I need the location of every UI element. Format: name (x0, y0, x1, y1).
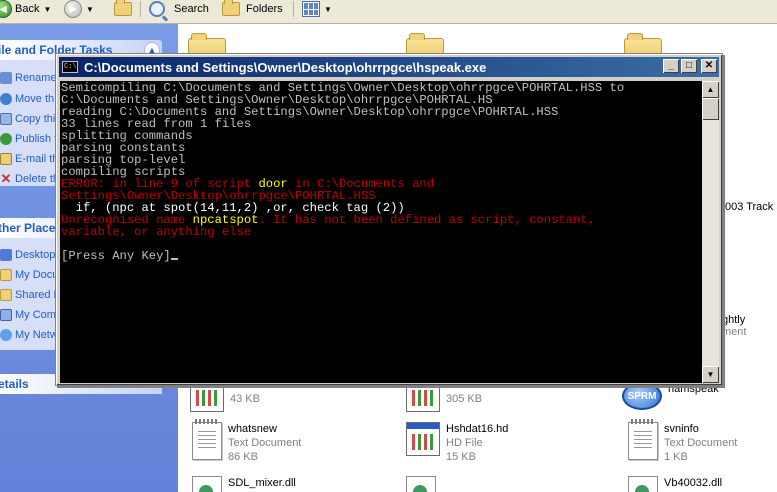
rename-icon (0, 72, 12, 84)
maximize-button[interactable]: □ (681, 59, 697, 73)
file-name-partial: 003 Track 3 (725, 201, 777, 213)
text-document-icon (192, 419, 222, 460)
file-item-dll[interactable] (406, 476, 436, 492)
toolbar-separator (293, 1, 294, 17)
desktop-icon (0, 249, 12, 261)
scroll-down-button[interactable]: ▼ (702, 366, 719, 383)
chevron-down-icon: ▼ (86, 4, 94, 14)
scroll-up-button[interactable]: ▲ (702, 81, 719, 98)
task-email[interactable]: E-mail th (0, 151, 58, 167)
my-network-icon (0, 329, 12, 341)
file-name-partial: ghtly (722, 314, 746, 326)
views-button[interactable]: ▼ (302, 0, 332, 18)
window-controls: _ □ ✕ (663, 59, 717, 73)
search-button[interactable]: Search (149, 0, 209, 18)
views-icon (302, 1, 320, 17)
forward-button[interactable]: ▶ ▼ (64, 0, 94, 18)
file-item-svninfo[interactable]: svninfo Text Document 1 KB (628, 419, 737, 464)
window-title: C:\Documents and Settings\Owner\Desktop\… (84, 59, 487, 75)
console-window: C:\ C:\Documents and Settings\Owner\Desk… (55, 53, 723, 386)
file-item-whatsnew[interactable]: whatsnew Text Document 86 KB (192, 419, 301, 464)
task-delete[interactable]: ✕ Delete th (0, 171, 59, 187)
dll-file-icon (192, 476, 222, 492)
spram-app-icon: SPRM (622, 382, 662, 410)
place-desktop[interactable]: Desktop (0, 247, 55, 263)
vertical-scrollbar[interactable]: ▲ ▼ (702, 81, 719, 383)
my-documents-icon (0, 269, 12, 281)
minimize-button[interactable]: _ (663, 59, 679, 73)
file-item-sdl-mixer[interactable]: SDL_mixer.dll (192, 476, 296, 492)
text-cursor (170, 258, 178, 260)
back-arrow-icon: ◀ (0, 0, 12, 18)
dll-file-icon (406, 476, 436, 492)
task-rename[interactable]: Rename (0, 70, 57, 86)
file-item-vb40032[interactable]: Vb40032.dll (628, 476, 722, 492)
chevron-down-icon: ▼ (43, 4, 52, 14)
up-folder-button[interactable] (114, 0, 132, 18)
dll-file-icon (628, 476, 658, 492)
toolbar-separator (140, 1, 141, 17)
place-my-computer[interactable]: My Comp (0, 307, 62, 323)
delete-icon: ✕ (0, 171, 12, 186)
task-move[interactable]: Move th (0, 91, 54, 107)
chevron-down-icon: ▼ (324, 4, 332, 14)
folders-button[interactable]: Folders (222, 0, 283, 18)
explorer-toolbar: ◀ Back ▼ ▶ ▼ Search Folders ▼ (0, 0, 777, 24)
place-my-documents[interactable]: My Docu (0, 267, 58, 283)
prompt-line: [Press Any Key] (61, 250, 702, 262)
console-output[interactable]: Semicompiling C:\Documents and Settings\… (60, 81, 702, 383)
error-line: variable, or anything else (61, 225, 252, 239)
move-icon (0, 93, 12, 105)
forward-arrow-icon: ▶ (64, 0, 82, 18)
console-titlebar[interactable]: C:\ C:\Documents and Settings\Owner\Desk… (59, 57, 719, 77)
up-folder-icon (114, 0, 132, 16)
place-shared-documents[interactable]: Shared D (0, 287, 61, 303)
back-button[interactable]: ◀ Back ▼ (0, 0, 51, 18)
publish-icon (0, 133, 12, 145)
task-publish[interactable]: Publish t (0, 131, 57, 147)
copy-icon (0, 113, 12, 125)
file-type-partial: ment (722, 326, 747, 338)
scroll-thumb[interactable] (702, 98, 719, 120)
hd-file-icon (406, 422, 440, 456)
close-button[interactable]: ✕ (701, 59, 717, 73)
file-item-hamspeak[interactable]: SPRM hamspeak (622, 382, 719, 410)
command-prompt-icon: C:\ (62, 61, 78, 73)
search-icon (149, 1, 165, 17)
task-copy[interactable]: Copy thi (0, 111, 55, 127)
shared-documents-icon (0, 289, 12, 301)
file-item-hshdat[interactable]: Hshdat16.hd HD File 15 KB (406, 422, 508, 464)
folders-icon (222, 0, 240, 16)
text-document-icon (628, 419, 658, 460)
place-my-network[interactable]: My Netw (0, 327, 58, 343)
my-computer-icon (0, 309, 12, 321)
email-icon (0, 153, 12, 165)
